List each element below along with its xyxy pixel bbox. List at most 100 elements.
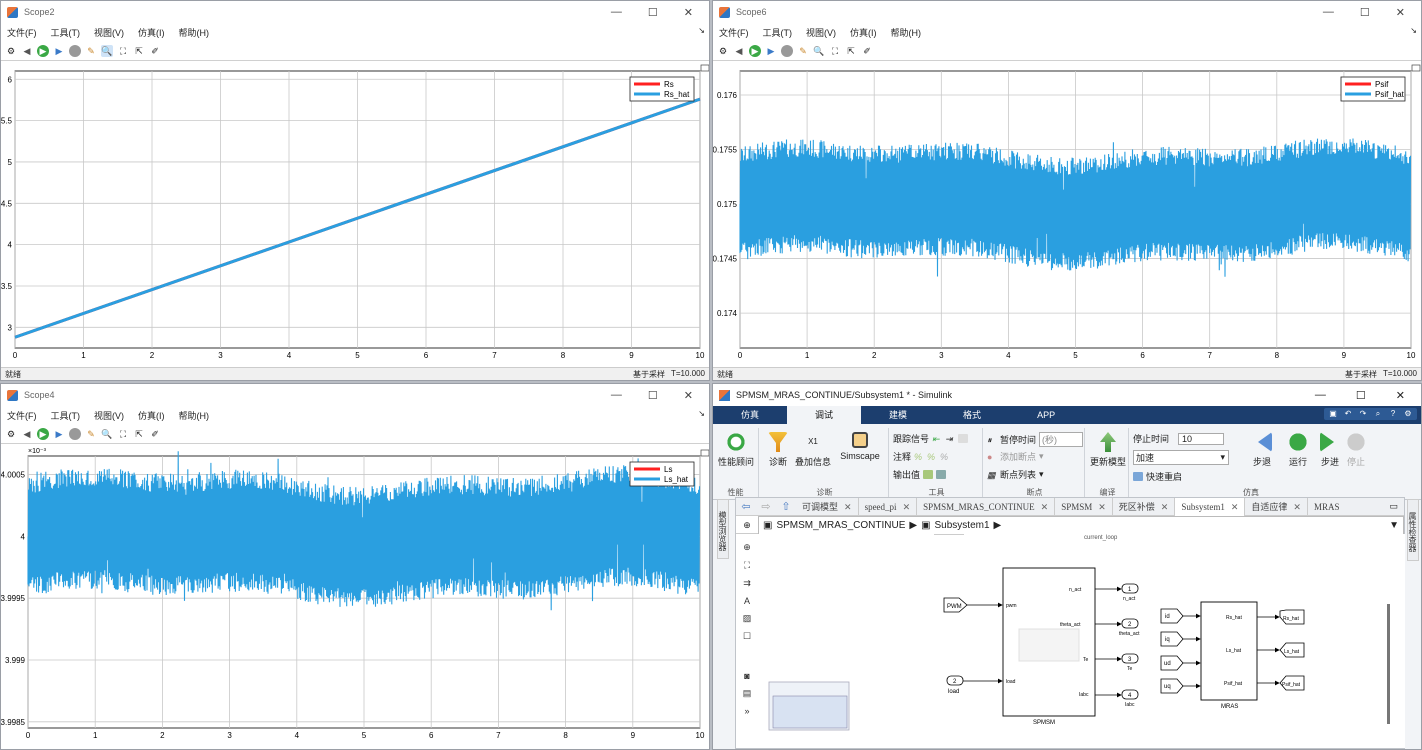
menu-sim[interactable]: 仿真(I) [850, 26, 877, 39]
menu-sim[interactable]: 仿真(I) [138, 26, 165, 39]
menu-help[interactable]: 帮助(H) [179, 26, 210, 39]
crumb-root[interactable]: SPMSM_MRAS_CONTINUE [776, 520, 905, 531]
close-icon[interactable]: ✕ [1098, 502, 1106, 512]
tab-deadtime[interactable]: 死区补偿 ✕ [1113, 497, 1176, 516]
tab-mras[interactable]: MRAS [1308, 498, 1346, 516]
stop-icon[interactable] [69, 44, 81, 57]
menu-tools[interactable]: 工具(T) [51, 409, 81, 422]
run-icon[interactable]: ▶ [37, 44, 49, 57]
minimize-button[interactable]: — [611, 389, 622, 402]
cursor-icon[interactable]: ⇱ [133, 45, 145, 57]
close-icon[interactable]: ✕ [1231, 502, 1239, 512]
arrow-icon[interactable]: ⇉ [743, 578, 751, 589]
forward-icon[interactable]: ⇨ [756, 500, 776, 513]
step-forward-icon[interactable]: ▶ [765, 45, 777, 57]
sim-mode-select[interactable]: 加速 ▾ [1133, 450, 1229, 465]
menu-file[interactable]: 文件(F) [719, 26, 749, 39]
pin-icon[interactable]: ↘ [698, 26, 705, 35]
outport-3[interactable]: 3Te [1095, 653, 1139, 672]
close-icon[interactable]: ✕ [1293, 502, 1301, 512]
breakpoint-list-button[interactable]: ▦ 断点列表 ▾ [987, 468, 1044, 481]
pause-time-field[interactable]: ⏸ 暂停时间 (秒) [987, 432, 1084, 447]
minimize-button[interactable]: — [611, 6, 622, 19]
help-icon[interactable]: ? [1388, 409, 1398, 419]
perf-advisor-button[interactable]: 性能顾问 [717, 432, 755, 468]
goto-uq[interactable]: uq [1160, 678, 1201, 694]
tab-list-icon[interactable]: ▭ [1389, 501, 1404, 512]
minimize-button[interactable]: — [1315, 389, 1326, 402]
settings-icon[interactable]: ⚙ [717, 45, 729, 57]
goto-ls-hat[interactable]: Ls_hat [1257, 642, 1305, 658]
search-icon[interactable]: ⌕ [1373, 409, 1383, 419]
maximize-button[interactable]: ☐ [1360, 6, 1370, 19]
run-icon[interactable]: ▶ [749, 44, 761, 57]
chevron-down-icon[interactable]: ▼ [1389, 520, 1403, 531]
tab-spmsm[interactable]: SPMSM ✕ [1055, 497, 1113, 516]
menu-sim[interactable]: 仿真(I) [138, 409, 165, 422]
annotation-button[interactable]: 注释%%% [893, 450, 950, 463]
tab-debug[interactable]: 调试 [787, 406, 862, 424]
close-button[interactable]: ✕ [1396, 389, 1405, 402]
outport-1[interactable]: 1n_act [1095, 583, 1139, 602]
step-forward-icon[interactable]: ▶ [53, 428, 65, 440]
image-icon[interactable]: ▨ [743, 613, 752, 624]
style-icon[interactable]: ✐ [149, 45, 161, 57]
tab-modeling[interactable]: 建模 [861, 406, 935, 424]
save-icon[interactable]: ▣ [1328, 409, 1338, 419]
undo-icon[interactable]: ↶ [1343, 409, 1353, 419]
menu-help[interactable]: 帮助(H) [891, 26, 922, 39]
style-icon[interactable]: ✐ [149, 428, 161, 440]
maximize-button[interactable]: ☐ [648, 6, 658, 19]
close-icon[interactable]: ✕ [1041, 502, 1049, 512]
goto-id[interactable]: id [1160, 608, 1201, 624]
model-browser-panel[interactable]: 模型浏览器 [717, 499, 729, 559]
menu-view[interactable]: 视图(V) [94, 26, 124, 39]
stop-icon[interactable] [781, 44, 793, 57]
stop-time-field[interactable]: 停止时间 10 [1133, 432, 1225, 445]
goto-ud[interactable]: ud [1160, 655, 1201, 671]
close-button[interactable]: ✕ [1396, 6, 1405, 19]
zoom-icon[interactable]: 🔍 [101, 44, 113, 57]
step-back-icon[interactable]: ◀ [21, 45, 33, 57]
goto-iq[interactable]: iq [1160, 631, 1201, 647]
zoom-icon[interactable]: 🔍 [813, 45, 825, 57]
settings-icon[interactable]: ⚙ [5, 45, 17, 57]
property-icon[interactable]: ▤ [743, 688, 752, 699]
expand-icon[interactable]: » [744, 706, 749, 716]
menu-view[interactable]: 视图(V) [806, 26, 836, 39]
fit-view-icon[interactable]: ⛶ [744, 560, 750, 571]
pin-icon[interactable]: ↘ [1410, 26, 1417, 35]
menu-file[interactable]: 文件(F) [7, 409, 37, 422]
tab-apps[interactable]: APP [1009, 406, 1083, 424]
annotation-icon[interactable]: A [744, 596, 750, 606]
simscape-button[interactable]: Simscape [837, 432, 883, 461]
cursor-icon[interactable]: ⇱ [845, 45, 857, 57]
stoptime-input[interactable]: 10 [1178, 432, 1225, 445]
tab-format[interactable]: 格式 [935, 406, 1009, 424]
add-breakpoint-button[interactable]: ● 添加断点 ▾ [987, 450, 1044, 463]
close-icon[interactable]: ✕ [844, 502, 852, 512]
tab-tunable-model[interactable]: 可调模型 ✕ [796, 497, 859, 516]
zoom-icon[interactable]: 🔍 [101, 428, 113, 440]
fit-icon[interactable]: ⛶ [829, 45, 841, 57]
menu-help[interactable]: 帮助(H) [179, 409, 210, 422]
maximize-button[interactable]: ☐ [648, 389, 658, 402]
property-inspector-panel[interactable]: 属性检查器 [1407, 499, 1419, 561]
overlay-button[interactable]: X1 叠加信息 [793, 432, 833, 468]
back-icon[interactable]: ⇦ [736, 500, 756, 513]
diagnostics-button[interactable]: 诊断 [763, 432, 793, 468]
scrollbar-thumb[interactable] [1387, 604, 1390, 724]
highlight-icon[interactable]: ✎ [797, 45, 809, 57]
run-icon[interactable]: ▶ [37, 427, 49, 440]
redo-icon[interactable]: ↷ [1358, 409, 1368, 419]
zoom-in-icon[interactable]: ⊕ [743, 542, 751, 553]
highlight-icon[interactable]: ✎ [85, 45, 97, 57]
goto-psif-hat[interactable]: Psif_hat [1257, 675, 1305, 691]
menu-tools[interactable]: 工具(T) [763, 26, 793, 39]
tab-subsystem1[interactable]: Subsystem1 ✕ [1175, 497, 1246, 516]
up-icon[interactable]: ⇧ [776, 500, 796, 513]
stop-icon[interactable] [69, 427, 81, 440]
close-icon[interactable]: ✕ [1161, 502, 1169, 512]
fast-restart-button[interactable]: 快速重启 [1133, 470, 1182, 483]
hide-browser-icon[interactable]: ⊕ [736, 516, 758, 533]
